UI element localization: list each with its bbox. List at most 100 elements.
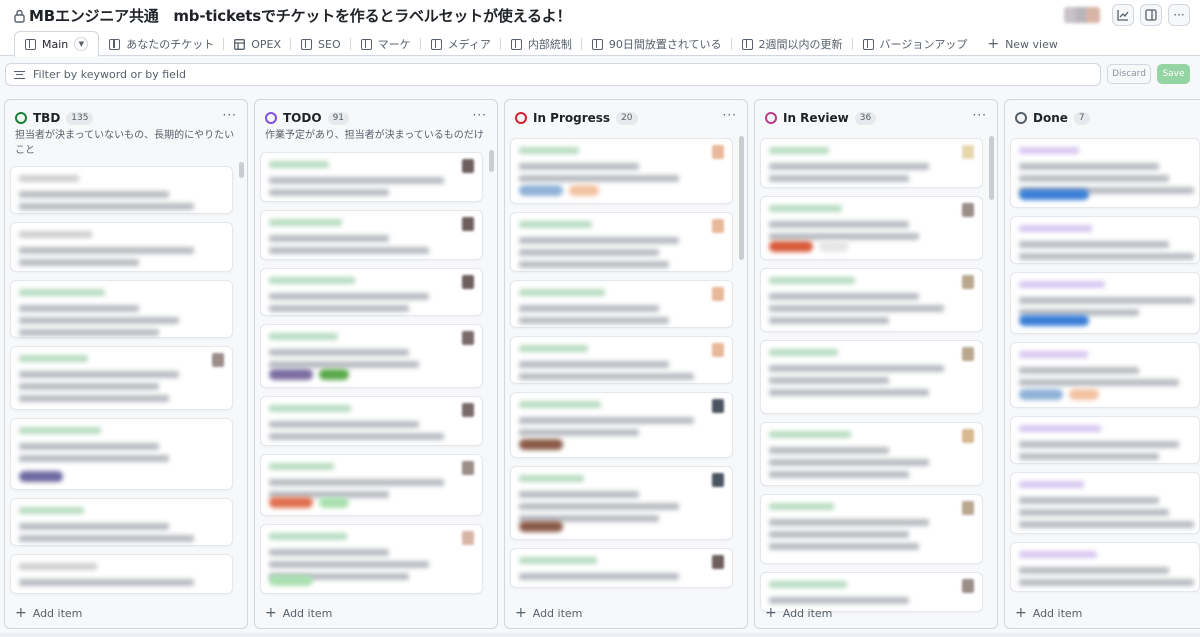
issue-card[interactable]: [1010, 272, 1200, 334]
scrollbar[interactable]: [239, 162, 244, 178]
avatar[interactable]: [712, 473, 724, 487]
redacted-issue-title[interactable]: [519, 491, 639, 498]
scrollbar[interactable]: [489, 150, 494, 172]
issue-card[interactable]: [760, 340, 983, 414]
tab-main[interactable]: Main ▼: [14, 31, 100, 57]
redacted-issue-title[interactable]: [1019, 241, 1169, 248]
redacted-issue-title[interactable]: [19, 329, 159, 336]
redacted-issue-title[interactable]: [1019, 175, 1169, 182]
chevron-down-icon[interactable]: ▼: [74, 37, 89, 51]
side-panel-button[interactable]: [1140, 4, 1162, 26]
avatar[interactable]: [462, 159, 474, 173]
issue-card[interactable]: [1010, 342, 1200, 408]
redacted-issue-title[interactable]: [19, 259, 139, 266]
issue-card[interactable]: [510, 138, 733, 204]
redacted-issue-title[interactable]: [519, 503, 679, 510]
redacted-issue-title[interactable]: [19, 395, 169, 402]
issue-card[interactable]: [510, 548, 733, 588]
column-menu-icon[interactable]: ···: [473, 108, 487, 122]
redacted-issue-title[interactable]: [1019, 163, 1159, 170]
insights-button[interactable]: [1112, 4, 1134, 26]
avatar[interactable]: [962, 579, 974, 593]
avatar[interactable]: [712, 399, 724, 413]
issue-card[interactable]: [760, 422, 983, 486]
avatar[interactable]: [1086, 7, 1100, 23]
redacted-issue-title[interactable]: [519, 249, 659, 256]
redacted-issue-title[interactable]: [519, 175, 679, 182]
issue-card[interactable]: [1010, 472, 1200, 534]
issue-card[interactable]: [1010, 542, 1200, 592]
redacted-issue-title[interactable]: [269, 479, 444, 486]
issue-card[interactable]: [510, 466, 733, 540]
discard-button[interactable]: Discard: [1107, 64, 1151, 84]
redacted-issue-title[interactable]: [19, 317, 179, 324]
redacted-issue-title[interactable]: [769, 597, 909, 604]
avatar[interactable]: [962, 203, 974, 217]
issue-card[interactable]: [260, 454, 483, 516]
redacted-issue-title[interactable]: [769, 163, 929, 170]
redacted-issue-title[interactable]: [1019, 297, 1194, 304]
avatar[interactable]: [962, 347, 974, 361]
avatar[interactable]: [212, 353, 224, 367]
issue-card[interactable]: [10, 280, 233, 338]
tab-marke[interactable]: マーケ: [349, 32, 421, 56]
issue-card[interactable]: [10, 166, 233, 214]
redacted-issue-title[interactable]: [519, 373, 694, 380]
save-button[interactable]: Save: [1157, 64, 1190, 84]
redacted-issue-title[interactable]: [769, 471, 909, 478]
card-list[interactable]: [760, 138, 983, 612]
avatar[interactable]: [462, 217, 474, 231]
scrollbar[interactable]: [739, 136, 744, 260]
tab-anata-no-ticket[interactable]: あなたのチケット: [99, 32, 224, 56]
issue-card[interactable]: [260, 524, 483, 594]
redacted-issue-title[interactable]: [519, 163, 639, 170]
redacted-issue-title[interactable]: [1019, 379, 1179, 386]
redacted-issue-title[interactable]: [519, 261, 669, 268]
redacted-issue-title[interactable]: [269, 189, 389, 196]
issue-card[interactable]: [10, 222, 233, 272]
column-menu-icon[interactable]: ···: [723, 108, 737, 122]
redacted-issue-title[interactable]: [19, 455, 169, 462]
redacted-issue-title[interactable]: [769, 447, 889, 454]
redacted-issue-title[interactable]: [769, 221, 909, 228]
redacted-issue-title[interactable]: [519, 429, 639, 436]
add-item-button[interactable]: + Add item: [15, 606, 82, 620]
add-item-button[interactable]: + Add item: [765, 606, 832, 620]
redacted-issue-title[interactable]: [519, 573, 679, 580]
redacted-issue-title[interactable]: [19, 535, 194, 542]
redacted-issue-title[interactable]: [1019, 441, 1179, 448]
redacted-issue-title[interactable]: [1019, 453, 1159, 460]
redacted-issue-title[interactable]: [269, 361, 419, 368]
card-list[interactable]: [260, 152, 483, 598]
add-item-button[interactable]: + Add item: [1015, 606, 1082, 620]
filter-input[interactable]: Filter by keyword or by field: [5, 63, 1101, 86]
tab-2weeks[interactable]: 2週間以内の更新: [730, 32, 853, 56]
avatar[interactable]: [462, 531, 474, 545]
redacted-issue-title[interactable]: [19, 191, 169, 198]
avatar[interactable]: [462, 403, 474, 417]
redacted-issue-title[interactable]: [1019, 567, 1169, 574]
redacted-issue-title[interactable]: [519, 237, 679, 244]
redacted-issue-title[interactable]: [269, 305, 409, 312]
redacted-issue-title[interactable]: [769, 377, 889, 384]
issue-card[interactable]: [1010, 416, 1200, 464]
redacted-issue-title[interactable]: [19, 383, 159, 390]
redacted-issue-title[interactable]: [519, 317, 669, 324]
redacted-issue-title[interactable]: [1019, 509, 1169, 516]
redacted-issue-title[interactable]: [769, 519, 929, 526]
redacted-issue-title[interactable]: [519, 305, 659, 312]
redacted-issue-title[interactable]: [19, 579, 194, 586]
redacted-issue-title[interactable]: [269, 247, 429, 254]
redacted-issue-title[interactable]: [769, 305, 944, 312]
avatar[interactable]: [712, 219, 724, 233]
redacted-issue-title[interactable]: [19, 371, 179, 378]
issue-card[interactable]: [10, 346, 233, 410]
tab-seo[interactable]: SEO: [290, 32, 351, 56]
redacted-issue-title[interactable]: [269, 349, 409, 356]
issue-card[interactable]: [760, 138, 983, 188]
more-options-button[interactable]: ···: [1168, 4, 1190, 26]
avatar[interactable]: [462, 275, 474, 289]
avatar[interactable]: [962, 501, 974, 515]
issue-card[interactable]: [1010, 216, 1200, 264]
redacted-issue-title[interactable]: [1019, 579, 1194, 586]
